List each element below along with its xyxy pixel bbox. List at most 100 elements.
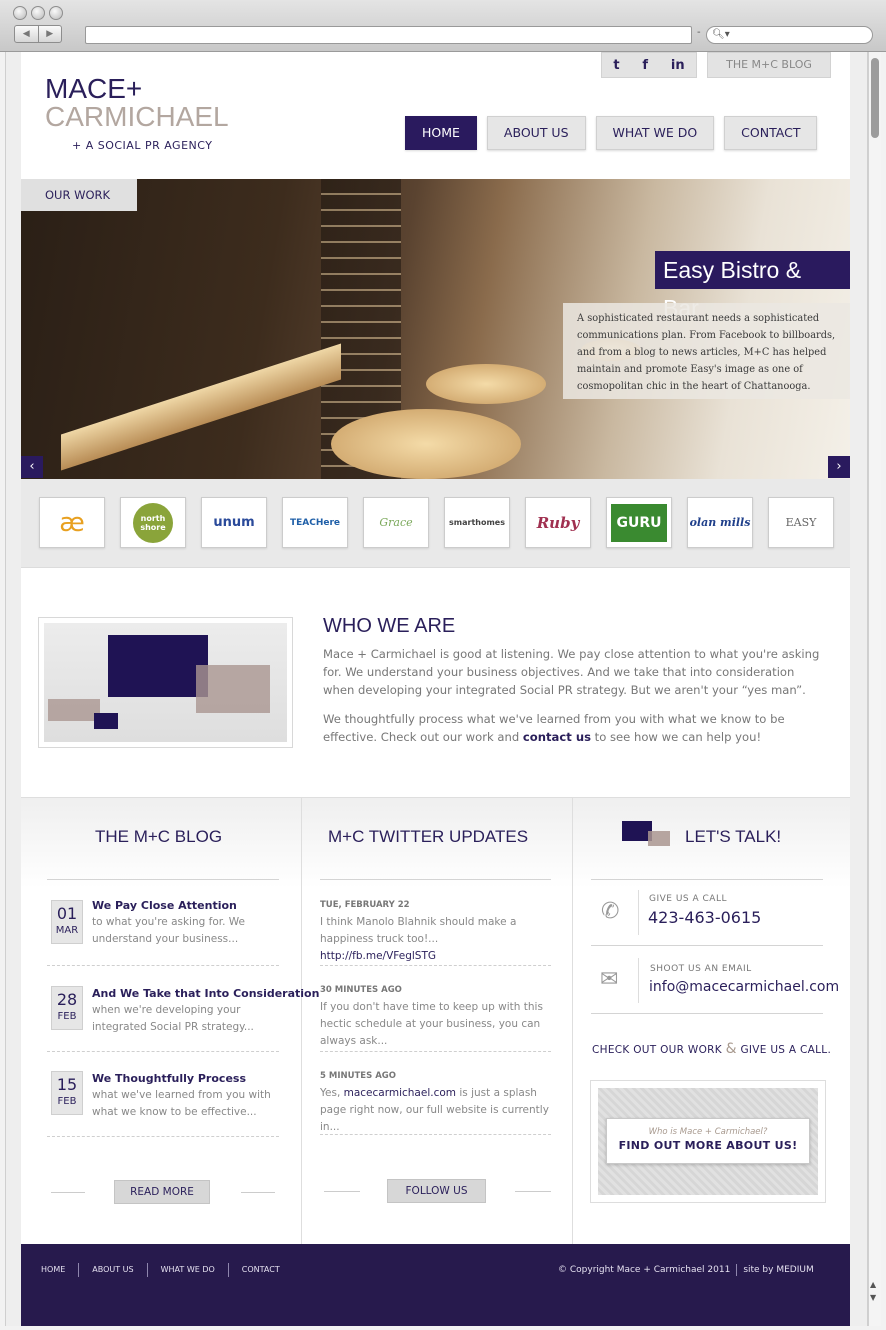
- client-logo[interactable]: æ: [39, 497, 105, 548]
- client-logo[interactable]: Ruby: [525, 497, 591, 548]
- cta-our-work-link[interactable]: CHECK OUT OUR WORK: [592, 1044, 722, 1056]
- read-more-button[interactable]: READ MORE: [114, 1180, 210, 1204]
- address-bar[interactable]: [85, 26, 692, 44]
- find-out-more-label: FIND OUT MORE ABOUT US!: [618, 1139, 798, 1152]
- tweet-link[interactable]: http://fb.me/VFeglSTG: [320, 950, 436, 962]
- client-logo-text: æ: [59, 507, 85, 538]
- tweet-divider: [320, 965, 551, 966]
- email-address[interactable]: info@macecarmichael.com: [649, 979, 839, 995]
- footer-separator: [736, 1263, 738, 1276]
- footer-contact-link[interactable]: CONTACT: [227, 1263, 293, 1277]
- button-rule: [324, 1191, 360, 1192]
- magnifier-icon: 🔍︎▾: [712, 29, 730, 40]
- blog-heading: THE M+C BLOG: [95, 827, 223, 846]
- speech-bubble-taupe-icon: [196, 665, 270, 713]
- button-rule: [241, 1192, 275, 1193]
- site-by-link[interactable]: site by MEDIUM: [743, 1265, 813, 1275]
- tweet-date: 30 MINUTES AGO: [320, 985, 402, 995]
- tweet-divider: [320, 1051, 551, 1052]
- hero-photo-table: [426, 364, 546, 404]
- find-out-more-panel: Who is Mace + Carmichael? FIND OUT MORE …: [590, 1080, 826, 1203]
- find-out-more-button[interactable]: Who is Mace + Carmichael? FIND OUT MORE …: [606, 1118, 810, 1164]
- client-logo[interactable]: EASY: [768, 497, 834, 548]
- nav-home[interactable]: HOME: [405, 116, 477, 150]
- post-excerpt: to what you're asking for. We understand…: [92, 916, 246, 945]
- back-arrow-icon[interactable]: ◀: [15, 26, 39, 42]
- twitter-icon[interactable]: t: [613, 58, 619, 73]
- logo-carmichael[interactable]: CARMICHAEL: [45, 102, 229, 132]
- client-logo-text: unum: [213, 515, 255, 530]
- button-rule: [515, 1191, 551, 1192]
- browser-search-field[interactable]: 🔍︎▾: [706, 26, 873, 44]
- post-day: 28: [56, 990, 78, 1009]
- speech-bubble-small-icon: [48, 699, 100, 721]
- chevron-left-icon[interactable]: ‹: [21, 456, 43, 478]
- logo-mace[interactable]: MACE+: [45, 74, 142, 104]
- footer-what-we-do-link[interactable]: WHAT WE DO: [146, 1263, 228, 1277]
- post-title-link[interactable]: We Pay Close Attention: [92, 899, 237, 912]
- twitter-heading: M+C TWITTER UPDATES: [328, 827, 529, 846]
- client-logo[interactable]: GURU: [606, 497, 672, 548]
- history-nav: ◀ ▶: [14, 25, 62, 43]
- nav-contact[interactable]: CONTACT: [724, 116, 818, 150]
- linkedin-icon[interactable]: in: [671, 58, 685, 73]
- window-minimize-button[interactable]: [31, 6, 45, 20]
- footer-about-link[interactable]: ABOUT US: [78, 1263, 146, 1277]
- hero-slider: OUR WORK Easy Bistro & Bar A sophisticat…: [21, 179, 850, 479]
- client-logo[interactable]: north shore: [120, 497, 186, 548]
- window-close-button[interactable]: [13, 6, 27, 20]
- speech-bubble-large-icon: [108, 635, 208, 697]
- post-title-link[interactable]: We Thoughtfully Process: [92, 1072, 246, 1085]
- phone-icon: ✆: [601, 899, 620, 924]
- client-logo[interactable]: Grace: [363, 497, 429, 548]
- post-excerpt: when we're developing your integrated So…: [92, 1004, 254, 1033]
- envelope-icon: ✉: [600, 967, 619, 992]
- who-paragraph-1: Mace + Carmichael is good at listening. …: [323, 647, 820, 697]
- facebook-icon[interactable]: f: [642, 58, 648, 73]
- post-divider: [47, 965, 279, 966]
- post-title-link[interactable]: And We Take that Into Consideration: [92, 987, 319, 1000]
- logo-tagline: + A SOCIAL PR AGENCY: [72, 139, 213, 152]
- client-logo[interactable]: olan mills: [687, 497, 753, 548]
- our-work-tab[interactable]: OUR WORK: [21, 179, 137, 211]
- post-divider: [47, 1136, 279, 1137]
- client-logo-text: GURU: [611, 503, 667, 542]
- email-label: SHOOT US AN EMAIL: [650, 964, 752, 974]
- talk-rule: [591, 1013, 823, 1014]
- nav-what-we-do[interactable]: WHAT WE DO: [595, 116, 715, 150]
- tweet-body: I think Manolo Blahnik should make a hap…: [320, 916, 517, 945]
- blog-rule: [47, 879, 279, 880]
- client-logo-text: TEACHere: [289, 517, 341, 528]
- contact-us-link[interactable]: contact us: [523, 730, 591, 744]
- follow-us-button[interactable]: FOLLOW US: [387, 1179, 486, 1203]
- tweet-body: Yes,: [320, 1087, 344, 1099]
- client-logo[interactable]: smarthomes: [444, 497, 510, 548]
- post-date-badge: 01 MAR: [51, 900, 83, 944]
- cta-call-link[interactable]: GIVE US A CALL.: [740, 1044, 831, 1056]
- footer-nav: HOME ABOUT US WHAT WE DO CONTACT: [41, 1263, 293, 1277]
- tweet-link[interactable]: macecarmichael.com: [344, 1087, 456, 1099]
- contact-divider: [638, 958, 639, 1003]
- client-logo-text: Grace: [379, 516, 413, 529]
- window-zoom-button[interactable]: [49, 6, 63, 20]
- footer-home-link[interactable]: HOME: [41, 1263, 78, 1277]
- tweet-divider: [320, 1134, 551, 1135]
- lets-talk-heading: LET'S TALK!: [685, 827, 782, 846]
- talk-rule: [591, 879, 823, 880]
- phone-number[interactable]: 423-463-0615: [648, 908, 761, 927]
- client-logo[interactable]: TEACHere: [282, 497, 348, 548]
- forward-arrow-icon[interactable]: ▶: [39, 26, 62, 42]
- who-paragraph-2: We thoughtfully process what we've learn…: [323, 710, 823, 746]
- post-day: 15: [56, 1075, 78, 1094]
- post-month: FEB: [57, 1011, 77, 1022]
- chevron-right-icon[interactable]: ›: [828, 456, 850, 478]
- scrollbar[interactable]: ▲ ▼: [868, 52, 881, 1326]
- client-logo-text: Ruby: [536, 513, 580, 532]
- scroll-down-icon[interactable]: ▼: [870, 1293, 876, 1302]
- scrollbar-thumb[interactable]: [871, 58, 879, 138]
- client-logo[interactable]: unum: [201, 497, 267, 548]
- scroll-up-icon[interactable]: ▲: [870, 1280, 876, 1289]
- blog-tab-link[interactable]: THE M+C BLOG: [707, 52, 831, 78]
- nav-about-us[interactable]: ABOUT US: [486, 116, 586, 150]
- site-footer: HOME ABOUT US WHAT WE DO CONTACT © Copyr…: [21, 1244, 850, 1326]
